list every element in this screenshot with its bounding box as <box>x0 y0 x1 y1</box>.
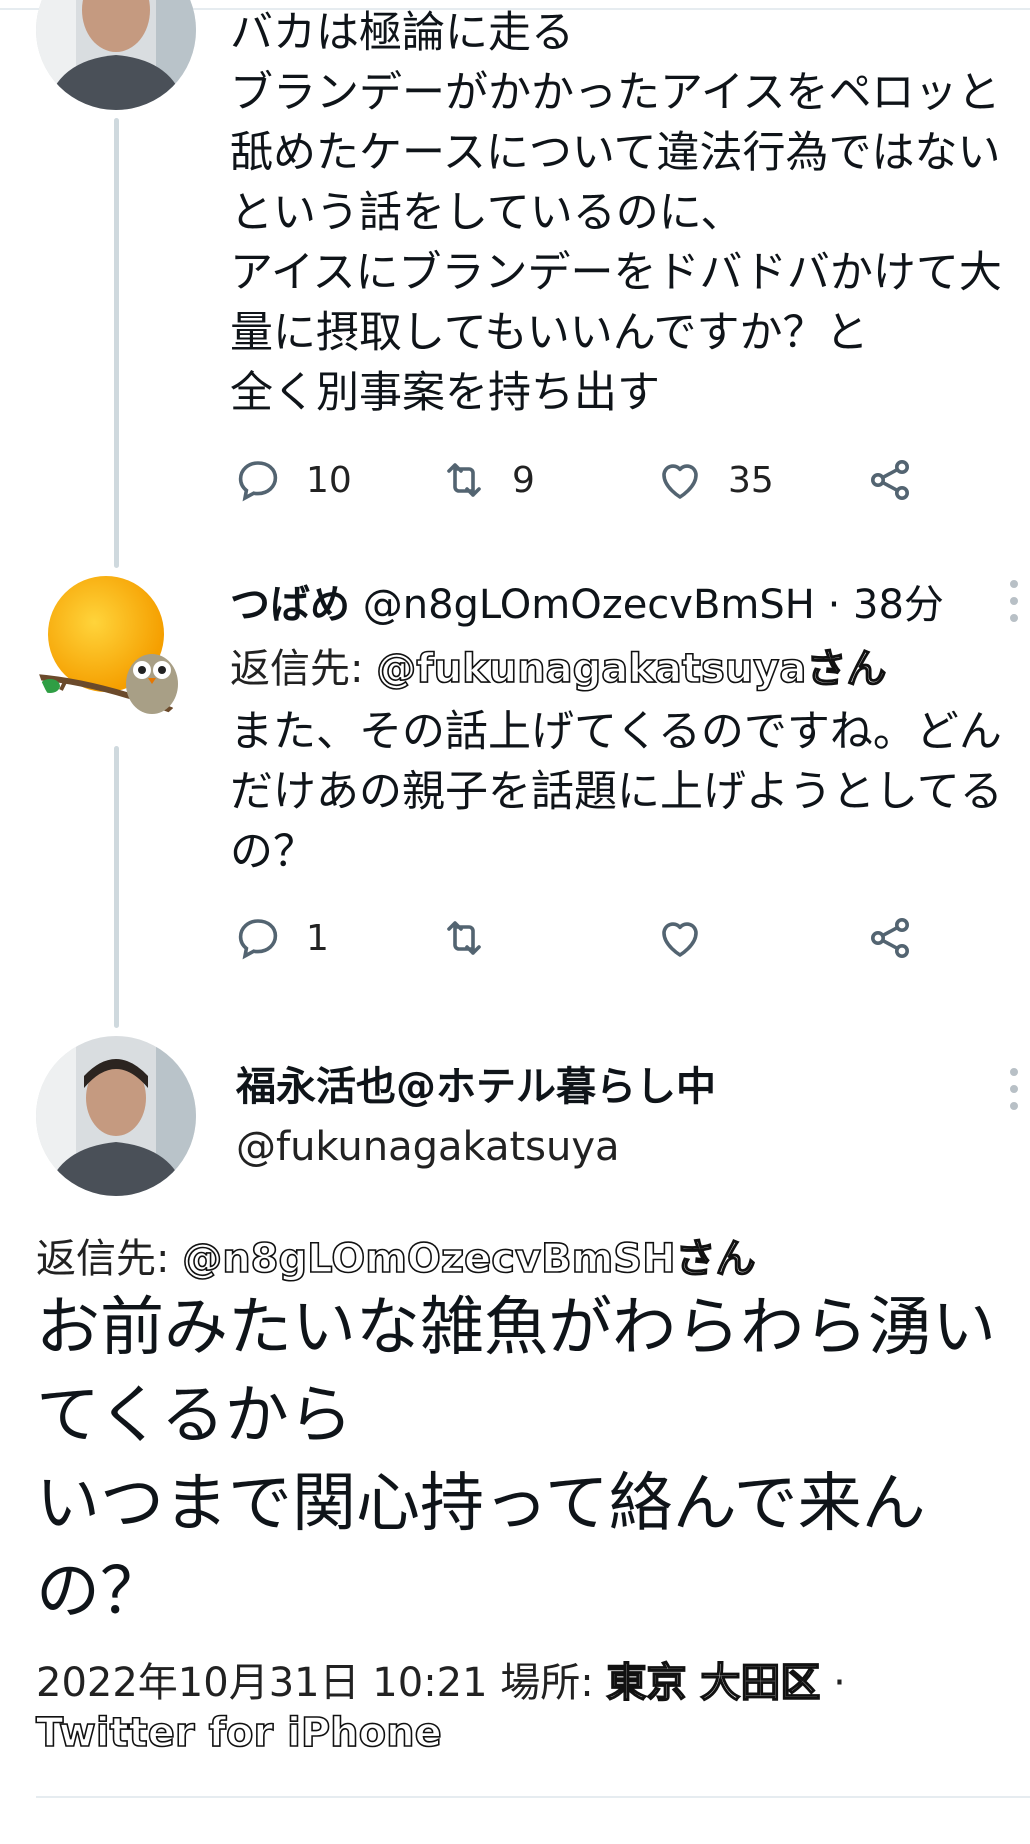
tweet2-more-button[interactable] <box>1010 580 1024 622</box>
tweet2-share-button[interactable] <box>866 914 914 962</box>
tweet1-retweet-button[interactable]: 9 <box>440 456 535 504</box>
main-display-name[interactable]: 福永活也@ホテル暮らし中 <box>236 1054 716 1112</box>
tweet1-reply-count: 10 <box>306 459 352 501</box>
tweet2-line-3: の？ <box>230 827 316 877</box>
tweet2-retweet-button[interactable] <box>440 914 488 962</box>
main-meta: 2022年10月31日 10:21 場所: 東京 大田区 · <box>36 1650 846 1708</box>
main-more-button[interactable] <box>1010 1068 1024 1110</box>
tweet2-header: つばめ @n8gLOmOzecvBmSH · 38分 <box>230 572 944 630</box>
main-line-3: いつまで関心持って絡んで来ん <box>36 1467 926 1541</box>
tweet1-line-5: アイスにブランデーをドバドバかけて大 <box>230 248 1002 298</box>
like-icon <box>662 464 698 499</box>
main-line-4: の？ <box>36 1555 164 1629</box>
more-icon-dot <box>1010 597 1018 605</box>
more-icon-dot <box>1010 1102 1018 1110</box>
main-handle[interactable]: @fukunagakatsuya <box>236 1124 620 1170</box>
retweet-icon <box>447 921 481 955</box>
tweet2-reply-to: 返信先: @fukunagakatsuyaさん <box>230 636 887 694</box>
main-location[interactable]: 東京 大田区 <box>606 1659 822 1707</box>
person-photo-icon <box>36 0 196 110</box>
tweet2-line-2: だけあの親子を話題に上げようとしてる <box>230 767 1003 817</box>
more-icon-dot <box>1010 614 1018 622</box>
person-photo-icon <box>36 1036 196 1196</box>
bottom-divider <box>36 1796 1030 1798</box>
tweet1-line-4: という話をしているのに、 <box>230 188 744 238</box>
tweet1-reply-button[interactable]: 10 <box>234 456 352 504</box>
tweet2-line-1: また、その話上げてくるのですね。どん <box>230 707 1002 757</box>
tweet2-reply-count: 1 <box>306 917 329 959</box>
main-client[interactable]: Twitter for iPhone <box>35 1709 442 1757</box>
main-client-line: Twitter for iPhone <box>35 1709 442 1757</box>
tweet2-reply-mention[interactable]: @fukunagakatsuyaさん <box>375 645 887 693</box>
main-reply-to: 返信先: @n8gLOmOzecvBmSHさん <box>36 1226 756 1284</box>
tweet1-share-button[interactable] <box>866 456 914 504</box>
tweet2-reply-button[interactable]: 1 <box>234 914 329 962</box>
share-icon <box>871 460 909 500</box>
avatar-fukunaga-main[interactable] <box>36 1036 196 1196</box>
like-icon <box>662 922 698 957</box>
avatar-tsubame[interactable] <box>36 572 196 732</box>
more-icon-dot <box>1010 1085 1018 1093</box>
main-reply-mention[interactable]: @n8gLOmOzecvBmSHさん <box>181 1235 756 1283</box>
tweet1-line-3: 舐めたケースについて違法行為ではない <box>230 128 1001 178</box>
reply-icon <box>238 919 278 960</box>
retweet-icon <box>447 463 481 497</box>
main-line-1: お前みたいな雑魚がわらわら湧い <box>36 1291 996 1365</box>
tweet1-line-1: バカは極論に走る <box>230 8 574 58</box>
more-icon <box>1010 580 1018 588</box>
main-reply-label: 返信先: <box>36 1236 183 1282</box>
main-line-2: てくるから <box>36 1379 353 1453</box>
reply-icon <box>238 461 278 502</box>
thread-line-2 <box>114 746 119 1028</box>
main-date: 2022年10月31日 10:21 場所: <box>36 1660 607 1706</box>
main-separator: · <box>820 1660 846 1706</box>
more-icon <box>1010 1068 1018 1076</box>
tweet2-reply-label: 返信先: <box>230 646 377 692</box>
tweet2-display-name[interactable]: つばめ <box>230 582 350 628</box>
tweet1-like-count: 35 <box>728 459 774 501</box>
tweet1-line-6: 量に摂取してもいいんですか？と <box>230 308 869 358</box>
moon-owl-icon <box>36 572 196 732</box>
share-icon <box>871 918 909 958</box>
thread-line-1 <box>114 118 119 568</box>
tweet1-like-button[interactable]: 35 <box>656 456 774 504</box>
tweet1-retweet-count: 9 <box>512 459 535 501</box>
tweet1-line-7: 全く別事案を持ち出す <box>230 368 660 418</box>
tweet2-handle-time[interactable]: @n8gLOmOzecvBmSH · 38分 <box>363 582 944 628</box>
tweet2-like-button[interactable] <box>656 914 704 962</box>
avatar-fukunaga-top[interactable] <box>36 0 196 110</box>
tweet1-line-2: ブランデーがかかったアイスをペロッと <box>230 68 1001 118</box>
